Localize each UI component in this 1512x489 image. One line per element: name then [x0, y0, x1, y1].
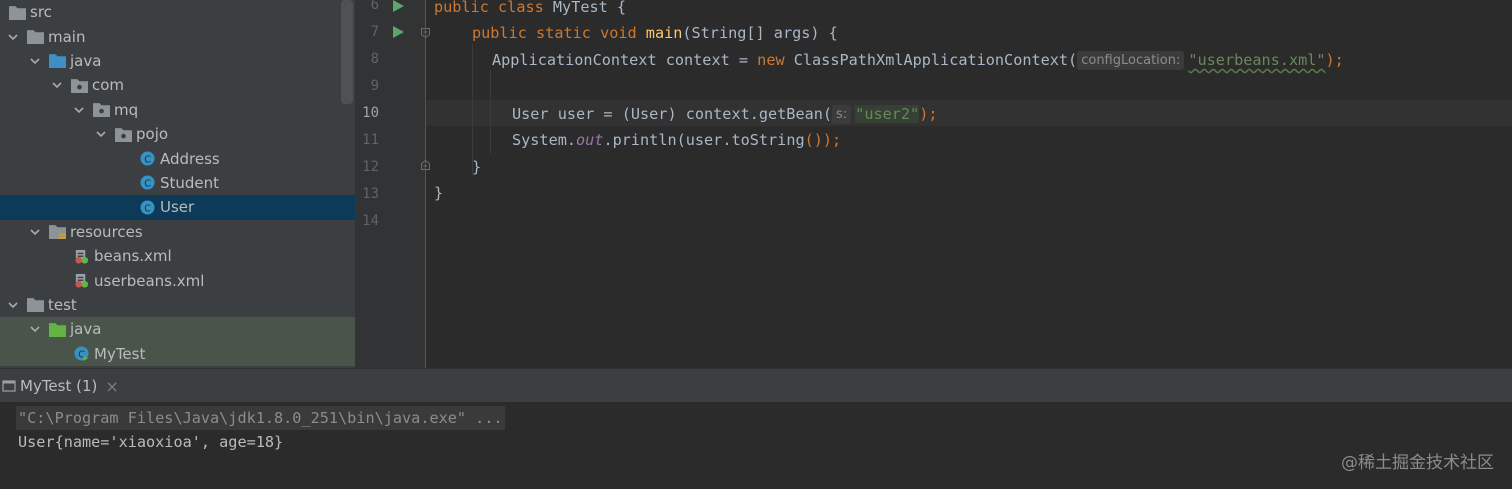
fold-marker-icon[interactable] [421, 160, 430, 170]
code-line-7: public static void main(String[] args) { [472, 24, 838, 42]
tree-item-label: main [48, 27, 86, 46]
tree-item-user[interactable]: C User [0, 195, 355, 220]
folder-icon [26, 297, 44, 313]
indent-guide [490, 70, 491, 154]
tree-item-address[interactable]: C Address [0, 146, 355, 170]
tree-item-student[interactable]: C Student [0, 171, 355, 195]
tree-item-label: test [48, 295, 77, 314]
tree-item-test[interactable]: test [0, 293, 355, 317]
run-console[interactable]: "C:\Program Files\Java\jdk1.8.0_251\bin\… [0, 402, 1512, 489]
chevron-down-icon[interactable] [72, 103, 86, 117]
java-test-class-icon: C [72, 346, 90, 362]
tree-item-src[interactable]: src [0, 0, 355, 24]
java-class-icon: C [138, 199, 156, 215]
code-editor[interactable]: 6 7 8 9 10 11 12 13 14 public class MyTe… [355, 0, 1512, 368]
tree-item-label: mq [114, 100, 139, 119]
svg-text:C: C [144, 203, 151, 214]
chevron-down-icon[interactable] [94, 127, 108, 141]
watermark: @稀土掘金技术社区 [1341, 453, 1494, 473]
gutter-separator [425, 0, 426, 368]
line-number: 6 [370, 0, 379, 13]
chevron-down-icon[interactable] [50, 78, 64, 92]
folder-icon [26, 29, 44, 45]
tree-item-label: userbeans.xml [94, 271, 205, 290]
code-line-6: public class MyTest { [434, 0, 627, 16]
java-class-icon: C [138, 151, 156, 167]
tree-item-label: Student [160, 173, 220, 192]
tree-item-mytest[interactable]: C MyTest [0, 341, 355, 366]
line-number: 10 [362, 105, 379, 121]
chevron-down-icon[interactable] [28, 322, 42, 336]
chevron-down-icon[interactable] [6, 298, 20, 312]
code-line-12: } [472, 158, 482, 176]
tree-item-pojo[interactable]: pojo [0, 122, 355, 146]
run-config-icon [2, 380, 16, 392]
chevron-down-icon[interactable] [28, 225, 42, 239]
parameter-hint: s: [832, 105, 852, 124]
tab-run-mytest[interactable]: MyTest (1) × [0, 369, 119, 403]
fold-marker-icon[interactable] [421, 28, 430, 38]
test-folder-icon [48, 321, 66, 337]
line-number: 8 [370, 51, 379, 67]
source-folder-icon [48, 53, 66, 69]
run-method-icon[interactable] [392, 26, 404, 38]
run-class-icon[interactable] [392, 0, 404, 12]
chevron-down-icon[interactable] [28, 54, 42, 68]
tree-item-resources[interactable]: resources [0, 220, 355, 244]
tree-item-beans-xml[interactable]: beans.xml [0, 244, 355, 268]
chevron-down-icon[interactable] [6, 30, 20, 44]
tree-item-userbeans-xml[interactable]: userbeans.xml [0, 268, 355, 292]
svg-text:C: C [144, 179, 151, 190]
tree-item-mq[interactable]: mq [0, 98, 355, 122]
tree-item-java[interactable]: java [0, 49, 355, 73]
console-output: User{name='xiaoxioa', age=18} [18, 433, 284, 451]
package-icon [70, 77, 88, 93]
tree-item-main[interactable]: main [0, 24, 355, 48]
tree-item-label: src [30, 3, 52, 22]
tree-item-test-java[interactable]: java [0, 317, 355, 342]
tree-item-label: java [70, 51, 102, 70]
code-line-11: System.out.println(user.toString()); [512, 131, 842, 149]
tree-item-com[interactable]: com [0, 73, 355, 97]
tree-item-label: java [70, 320, 102, 339]
close-icon[interactable]: × [105, 377, 118, 396]
tab-label: MyTest (1) [20, 377, 98, 395]
spring-xml-icon [72, 248, 90, 264]
line-number: 13 [362, 186, 379, 202]
line-number: 11 [362, 132, 379, 148]
code-line-13: } [434, 184, 444, 202]
java-class-icon: C [138, 175, 156, 191]
tree-item-label: Address [160, 149, 220, 168]
line-number: 9 [370, 78, 379, 94]
tree-item-label: User [160, 198, 195, 217]
console-command-line[interactable]: "C:\Program Files\Java\jdk1.8.0_251\bin\… [16, 406, 505, 430]
code-line-10: User user = (User) context.getBean(s: "us… [512, 105, 938, 124]
tree-item-label: com [92, 76, 125, 95]
tree-item-label: MyTest [94, 344, 146, 363]
folder-icon [8, 4, 26, 20]
line-number: 12 [362, 159, 379, 175]
resources-folder-icon [48, 224, 66, 240]
line-number: 7 [370, 24, 379, 40]
code-line-8: ApplicationContext context = new ClassPa… [492, 51, 1344, 70]
project-tree: src main java com mq pojo C Address C St… [0, 0, 355, 368]
spring-xml-icon [72, 273, 90, 289]
package-icon [92, 102, 110, 118]
tree-item-label: resources [70, 222, 143, 241]
tree-item-label: pojo [136, 125, 169, 144]
line-number: 14 [362, 213, 379, 229]
parameter-hint: configLocation: [1077, 51, 1185, 70]
run-panel-header: MyTest (1) × [0, 368, 1512, 402]
package-icon [114, 126, 132, 142]
tree-item-label: beans.xml [94, 247, 172, 266]
svg-text:C: C [144, 154, 151, 165]
